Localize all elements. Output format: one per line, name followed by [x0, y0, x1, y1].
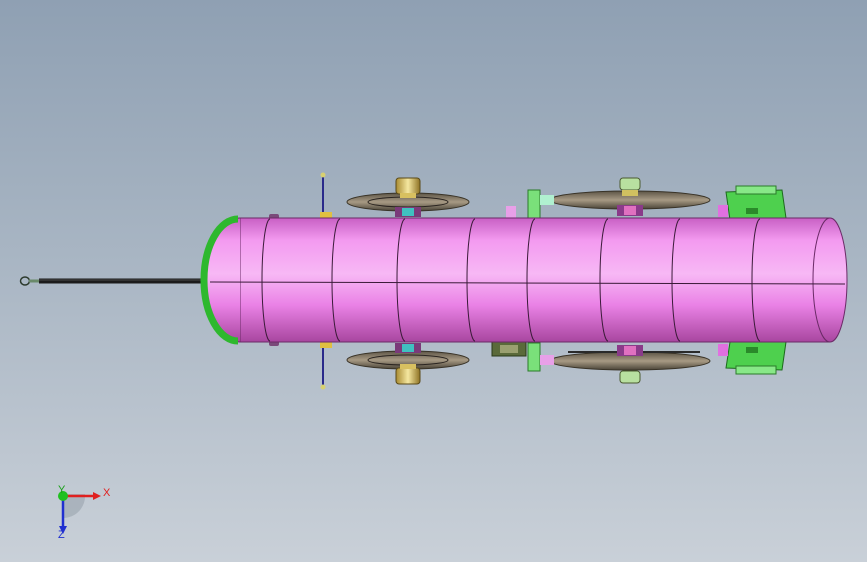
rear-bracket-bottom[interactable] — [718, 341, 787, 375]
wheel-bottom-rear[interactable] — [491, 341, 711, 384]
axis-triad — [58, 491, 101, 534]
axis-y-label: Y — [58, 484, 66, 496]
rear-bracket-top[interactable] — [718, 185, 787, 221]
tank[interactable] — [192, 215, 848, 345]
axis-z-label: Z — [58, 529, 65, 541]
tank-rear-cap — [812, 217, 848, 343]
wheel-top-rear[interactable] — [506, 177, 711, 219]
cad-model[interactable] — [0, 0, 867, 562]
drawbar-shaft — [39, 278, 209, 284]
wheel-top-front[interactable] — [346, 177, 470, 217]
axis-x-label: X — [103, 487, 111, 499]
graphics-viewport[interactable]: X Y Z — [0, 0, 867, 562]
wheel-bottom-front[interactable] — [346, 343, 470, 385]
tow-ring — [19, 276, 31, 286]
drawbar[interactable] — [19, 276, 210, 286]
